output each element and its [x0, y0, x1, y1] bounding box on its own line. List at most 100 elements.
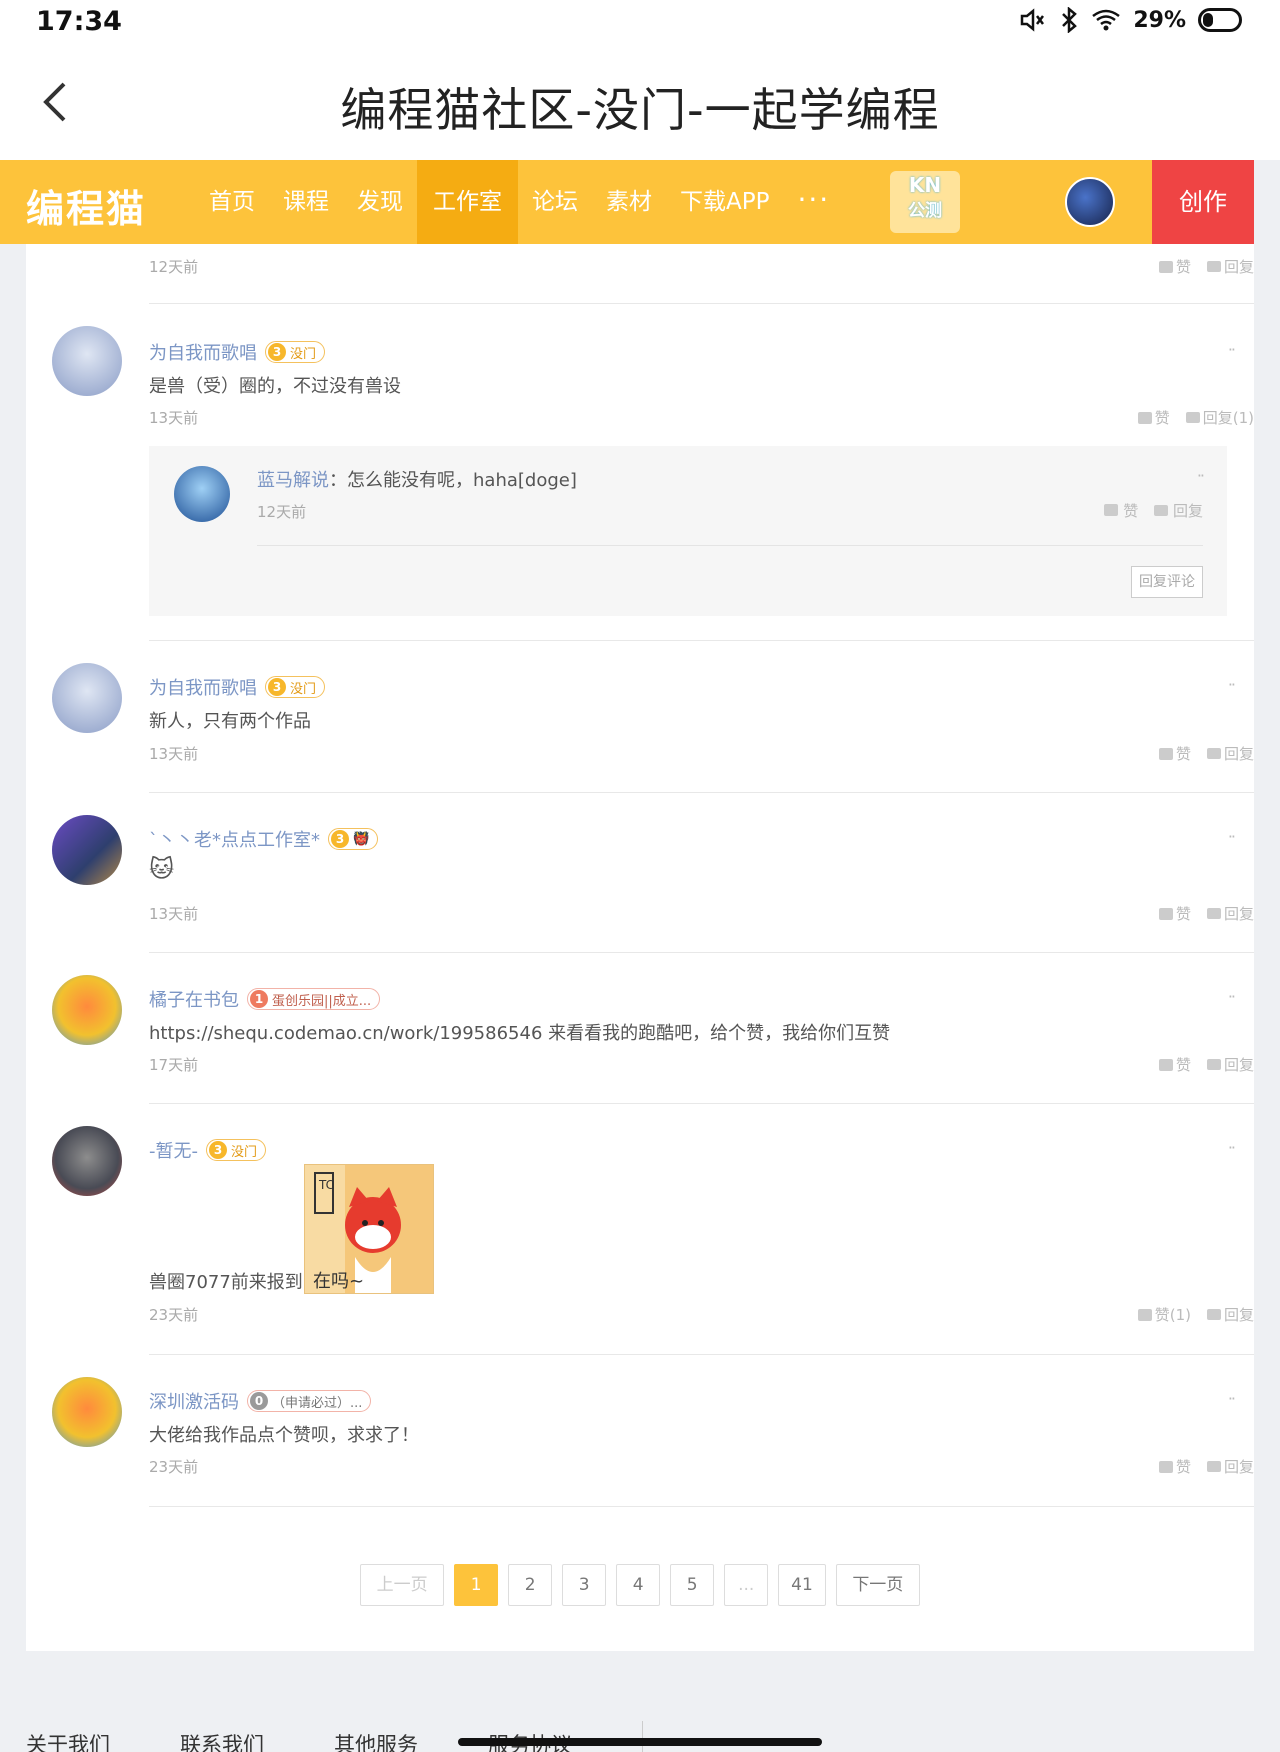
page-button[interactable]: 1	[454, 1564, 499, 1606]
comment-time: 12天前	[149, 258, 199, 276]
comment-header: 为自我而歌唱 3 没门	[149, 674, 326, 700]
like-button[interactable]: 赞	[1158, 903, 1191, 924]
footer-link-contact[interactable]: 联系我们	[180, 1729, 264, 1752]
nav-item-discover[interactable]: 发现	[343, 160, 417, 244]
comment-header: 深圳激活码 0 （申请必过）...	[149, 1388, 372, 1414]
page-button[interactable]: 41	[778, 1564, 826, 1606]
reply-button[interactable]: 回复	[1154, 500, 1203, 521]
comment-text: 新人，只有两个作品	[149, 711, 311, 732]
reply-menu-icon[interactable]: ··	[1197, 466, 1205, 485]
avatar[interactable]	[52, 1377, 122, 1447]
avatar[interactable]	[52, 663, 122, 733]
home-indicator[interactable]	[458, 1738, 822, 1746]
nav-item-download-app[interactable]: 下载APP	[666, 160, 783, 244]
reply-button[interactable]: 回复	[1206, 743, 1254, 764]
thumb-up-icon	[1158, 1460, 1173, 1473]
comment-divider	[149, 792, 1254, 793]
avatar[interactable]	[52, 815, 122, 885]
battery-icon	[1198, 8, 1242, 32]
wifi-icon	[1092, 9, 1121, 31]
footer-link-services[interactable]: 其他服务	[334, 1729, 418, 1752]
studio-badge: 3 👹	[328, 828, 379, 850]
pagination: 上一页 1 2 3 4 5 ... 41 下一页	[26, 1564, 1254, 1606]
comment-menu-icon[interactable]: ··	[1228, 675, 1236, 694]
comment-text: https://shequ.codemao.cn/work/199586546 …	[149, 1023, 891, 1044]
like-button[interactable]: 赞(1)	[1137, 1304, 1191, 1325]
page-button[interactable]: 2	[508, 1564, 553, 1606]
user-avatar[interactable]	[1065, 177, 1115, 227]
nav-item-forum[interactable]: 论坛	[518, 160, 592, 244]
battery-percent: 29%	[1133, 7, 1186, 33]
status-time: 17:34	[36, 6, 122, 37]
comment-time: 23天前	[149, 1458, 199, 1476]
comment-menu-icon[interactable]: ··	[1228, 827, 1236, 846]
nav-item-materials[interactable]: 素材	[592, 160, 666, 244]
nav-more-icon[interactable]: ···	[783, 160, 844, 244]
create-button[interactable]: 创作	[1152, 160, 1254, 244]
like-button[interactable]: 赞	[1137, 407, 1170, 428]
username[interactable]: `丶丶老*点点工作室*	[149, 826, 320, 852]
avatar[interactable]	[52, 1126, 122, 1196]
comment-emoji: 🐱	[149, 855, 175, 883]
reply-username[interactable]: 蓝马解说	[257, 470, 329, 491]
codemao-logo[interactable]: 编程猫	[26, 178, 146, 233]
comment-header: 为自我而歌唱 3 没门	[149, 339, 326, 365]
username[interactable]: 深圳激活码	[149, 1388, 239, 1414]
reply-actions: 赞 回复	[1104, 500, 1203, 521]
nav-items: 首页 课程 发现 工作室 论坛 素材 下载APP ···	[195, 160, 844, 244]
like-button[interactable]: 赞	[1158, 1456, 1191, 1477]
comment-actions: 赞 回复(1)	[1137, 407, 1254, 428]
nav-item-home[interactable]: 首页	[195, 160, 269, 244]
kn-beta-badge[interactable]: KN 公测	[890, 171, 960, 233]
studio-badge: 1 蛋创乐园||成立...	[247, 988, 381, 1010]
reply-button[interactable]: 回复	[1206, 256, 1254, 277]
like-button[interactable]: 赞	[1158, 1054, 1191, 1075]
page-button[interactable]: 4	[616, 1564, 661, 1606]
reply-button[interactable]: 回复	[1206, 903, 1254, 924]
comment-actions: 赞 回复	[1158, 1054, 1254, 1075]
comment-text: 是兽（受）圈的，不过没有兽设	[149, 376, 401, 397]
comment-divider	[149, 303, 1254, 304]
page-button[interactable]: 5	[670, 1564, 715, 1606]
comment-menu-icon[interactable]: ··	[1228, 340, 1236, 359]
next-page-button[interactable]: 下一页	[835, 1564, 920, 1606]
kn-badge-bottom: 公测	[908, 201, 942, 221]
reply-button[interactable]: 回复	[1206, 1456, 1254, 1477]
comment-menu-icon[interactable]: ··	[1228, 1389, 1236, 1408]
fox-sticker-icon: TC 在吗~	[305, 1165, 433, 1293]
like-button[interactable]: 赞	[1158, 256, 1191, 277]
footer: 关于我们 联系我们 其他服务 服务协议	[0, 1651, 1280, 1752]
comment-menu-icon[interactable]: ··	[1228, 1138, 1236, 1157]
comments-card: 12天前 赞 回复 为自我而歌唱 3 没门 ·· 是兽（受）圈的，不过没有兽设 1…	[26, 244, 1254, 1651]
username[interactable]: 橘子在书包	[149, 986, 239, 1012]
reply-avatar[interactable]	[174, 466, 230, 522]
reply-button[interactable]: 回复(1)	[1185, 407, 1254, 428]
footer-link-about[interactable]: 关于我们	[26, 1729, 110, 1752]
comment-text: 大佬给我作品点个赞呗，求求了！	[149, 1425, 419, 1446]
studio-badge: 3 没门	[206, 1139, 267, 1161]
comment-header: -暂无- 3 没门	[149, 1137, 267, 1163]
page-button[interactable]: 3	[562, 1564, 607, 1606]
nav-item-studio[interactable]: 工作室	[417, 160, 518, 244]
comment-time: 17天前	[149, 1056, 199, 1074]
avatar[interactable]	[52, 975, 122, 1045]
page: 17:34 29% 编程猫社区-没门-一起学编程 编程猫 首页 课程 发现 工作…	[0, 0, 1280, 1752]
prev-page-button[interactable]: 上一页	[360, 1564, 445, 1606]
reply-button[interactable]: 回复	[1206, 1054, 1254, 1075]
reply-time: 12天前	[257, 503, 307, 521]
username[interactable]: 为自我而歌唱	[149, 339, 257, 365]
reply-button[interactable]: 回复	[1206, 1304, 1254, 1325]
like-button[interactable]: 赞	[1158, 743, 1191, 764]
comment-menu-icon[interactable]: ··	[1228, 987, 1236, 1006]
comment-header: 橘子在书包 1 蛋创乐园||成立...	[149, 986, 381, 1012]
username[interactable]: 为自我而歌唱	[149, 674, 257, 700]
thumb-up-icon	[1104, 504, 1119, 516]
avatar[interactable]	[52, 326, 122, 396]
nav-item-courses[interactable]: 课程	[269, 160, 343, 244]
username[interactable]: -暂无-	[149, 1137, 198, 1163]
like-button[interactable]: 赞	[1104, 500, 1138, 521]
kn-badge-top: KN	[908, 173, 942, 197]
footer-divider	[642, 1721, 643, 1752]
comment-bubble-icon	[1206, 1309, 1221, 1320]
reply-comment-button[interactable]: 回复评论	[1131, 566, 1203, 598]
